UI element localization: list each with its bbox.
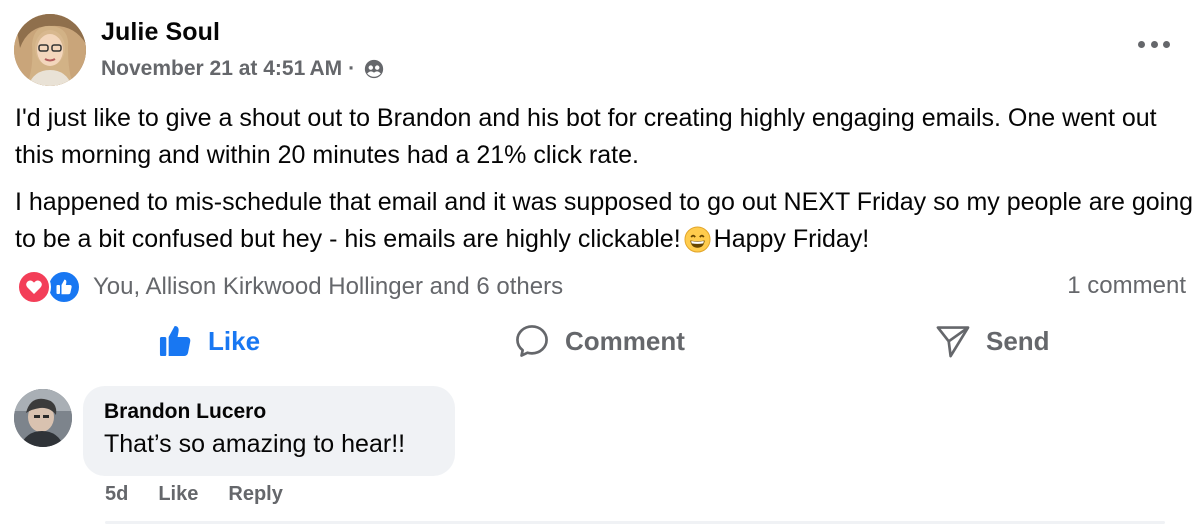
commenter-avatar[interactable] [14,389,72,447]
meta-separator: · [348,57,356,80]
post-timestamp[interactable]: November 21 at 4:51 AM [101,57,342,81]
post-paragraph-text: I happened to mis-schedule that email an… [15,188,1194,253]
reaction-icons [17,270,83,304]
post-author-name[interactable]: Julie Soul [101,18,220,47]
like-label: Like [208,325,261,356]
friends-icon[interactable] [363,58,385,80]
love-reaction-icon [17,270,51,304]
like-reaction-icon [47,270,81,304]
post-paragraph: I'd just like to give a shout out to Bra… [15,104,1157,169]
post-card: Julie Soul November 21 at 4:51 AM · I'd … [0,0,1200,527]
post-paragraph-end: Happy Friday! [713,225,870,253]
send-button[interactable]: Send [934,322,1050,360]
comment-label: Comment [565,325,685,356]
comment-bubble: Brandon Lucero That’s so amazing to hear… [83,386,455,476]
author-avatar[interactable] [14,14,86,86]
comment-count[interactable]: 1 comment [1067,272,1186,300]
like-button[interactable]: Like [156,322,260,360]
post-body: I'd just like to give a shout out to Bra… [15,100,1195,268]
comment-reply-button[interactable]: Reply [228,483,282,506]
commenter-name[interactable]: Brandon Lucero [104,400,434,424]
more-options-icon[interactable] [1138,36,1170,52]
post-paragraph-2: I happened to mis-schedule that email an… [15,184,1195,258]
send-label: Send [986,325,1050,356]
comment-like-button[interactable]: Like [158,483,198,506]
comment-button[interactable]: Comment [513,322,685,360]
comment-text: That’s so amazing to hear!! [104,430,406,458]
send-icon [936,326,970,358]
like-icon [159,325,191,357]
post-meta: November 21 at 4:51 AM · [101,57,385,81]
reply-input-edge[interactable] [105,521,1165,524]
comment-age[interactable]: 5d [105,483,128,506]
reactions-text[interactable]: You, Allison Kirkwood Hollinger and 6 ot… [93,273,563,301]
reactions-summary[interactable]: You, Allison Kirkwood Hollinger and 6 ot… [17,270,563,304]
comment-actions: 5d Like Reply [105,483,283,506]
comment-icon [516,325,548,357]
grinning-face-emoji [684,226,711,253]
